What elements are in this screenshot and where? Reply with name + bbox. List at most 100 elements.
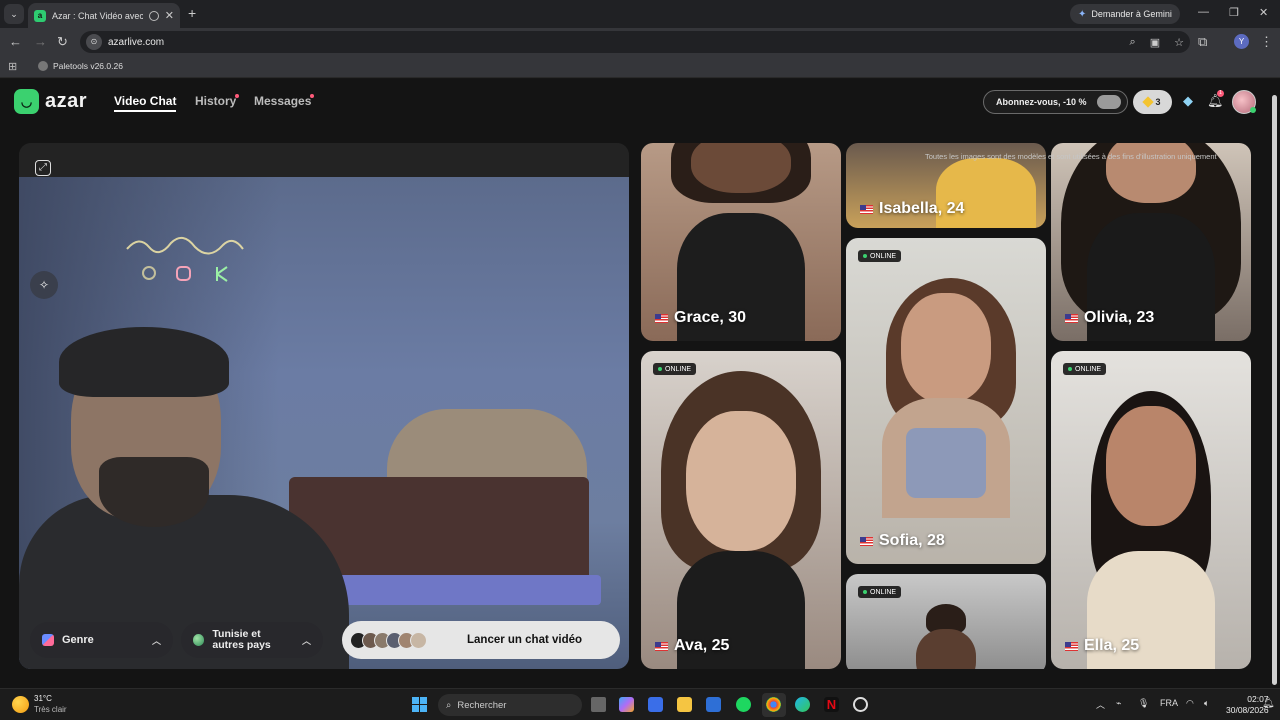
wifi-icon[interactable]: ◠ <box>1186 698 1194 709</box>
camera-panel: ⤢ <box>19 143 629 669</box>
azar-page: ◡ azar Video Chat History Messages Abonn… <box>0 79 1280 688</box>
search-icon: ⌕ <box>446 699 452 711</box>
bookmark-label: Paletools v26.0.26 <box>53 61 123 71</box>
copilot-icon[interactable] <box>619 697 634 712</box>
chrome-icon[interactable] <box>766 697 781 712</box>
mail-icon[interactable] <box>706 697 721 712</box>
profile-card-sofia[interactable]: ONLINE Sofia, 28 <box>846 238 1046 564</box>
gems-button[interactable]: 3 <box>1133 90 1172 114</box>
nav-history[interactable]: History <box>195 94 236 108</box>
microphone-icon[interactable]: 🎙︎ <box>1138 698 1149 709</box>
profile-card-ava[interactable]: ONLINE Ava, 25 <box>641 351 841 669</box>
online-dot <box>658 367 662 371</box>
tray-overflow-icon[interactable]: ︿ <box>1096 698 1105 711</box>
address-bar[interactable]: ⊙ azarlive.com ⌕ ▣ ☆ <box>80 31 1190 53</box>
browser-menu-icon[interactable]: ⋮ <box>1260 34 1273 50</box>
reload-icon[interactable]: ↻ <box>57 34 68 50</box>
new-tab-button[interactable]: + <box>188 5 196 21</box>
us-flag-icon <box>1065 313 1078 323</box>
history-notification-dot <box>235 94 239 98</box>
url-text[interactable]: azarlive.com <box>108 37 1116 48</box>
subscribe-button[interactable]: Abonnez-vous, -10 % <box>983 90 1128 114</box>
avatar-thumb <box>410 631 427 649</box>
chevron-up-icon: ︿ <box>301 635 311 646</box>
site-info-icon[interactable]: ⊙ <box>86 34 102 50</box>
edge-icon[interactable] <box>795 697 810 712</box>
globe-icon <box>38 61 48 71</box>
notification-center-icon[interactable]: 🔔︎ <box>1262 698 1275 709</box>
profile-card-olivia[interactable]: Olivia, 23 <box>1051 143 1251 341</box>
subscribe-label: Abonnez-vous, -10 % <box>996 97 1087 107</box>
profile-name: Olivia, 23 <box>1065 309 1154 327</box>
zoom-icon[interactable]: ⌕ <box>1130 36 1136 49</box>
bookmarks-bar: ⊞ Paletools v26.0.26 <box>0 56 1280 78</box>
neon-sign <box>126 236 244 282</box>
face <box>916 629 976 669</box>
forward-icon[interactable]: → <box>34 34 47 49</box>
restore-icon[interactable]: ❐ <box>1229 6 1239 19</box>
profile-card-next[interactable]: ONLINE <box>846 574 1046 669</box>
self-camera-preview <box>19 177 629 669</box>
language-indicator[interactable]: FRA <box>1160 698 1178 708</box>
bookmark-star-icon[interactable]: ☆ <box>1174 36 1184 49</box>
apps-grid-icon[interactable]: ⊞ <box>8 60 17 73</box>
person-hair <box>59 327 229 397</box>
us-flag-icon <box>655 313 668 323</box>
profile-name: Ella, 25 <box>1065 637 1139 655</box>
profile-card-ella[interactable]: ONLINE Ella, 25 <box>1051 351 1251 669</box>
windows-taskbar: 31°C Très clair ⌕ Rechercher N ︿ ⌁ 🎙︎ FR… <box>0 688 1280 720</box>
windows-start-icon[interactable] <box>412 697 427 712</box>
person-beard <box>99 457 209 527</box>
taskbar-search[interactable]: ⌕ Rechercher <box>438 694 582 716</box>
gemini-icon: ✦ <box>1078 8 1087 20</box>
network-icon[interactable]: ⌁ <box>1116 698 1121 709</box>
temperature: 31°C <box>34 694 52 703</box>
face <box>691 143 791 193</box>
gemini-button[interactable]: ✦ Demander à Gemini <box>1070 4 1180 24</box>
profile-name: Sofia, 28 <box>860 532 945 550</box>
bookmark-paletools[interactable]: Paletools v26.0.26 <box>38 61 123 71</box>
file-explorer-icon[interactable] <box>677 697 692 712</box>
shop-icon[interactable]: ◆ <box>1180 93 1196 109</box>
spotify-icon[interactable] <box>736 697 751 712</box>
weather-text: 31°C Très clair <box>34 693 67 715</box>
search-placeholder: Rechercher <box>457 699 507 711</box>
online-status-dot <box>1250 107 1256 113</box>
tab-search-icon[interactable]: ⌄ <box>4 4 24 24</box>
extensions-icon[interactable]: ⧉ <box>1198 34 1207 50</box>
weather-desc: Très clair <box>34 705 67 714</box>
messages-notification-dot <box>310 94 314 98</box>
profile-name: Ava, 25 <box>655 637 729 655</box>
netflix-icon[interactable]: N <box>824 697 839 712</box>
task-view-icon[interactable] <box>591 697 606 712</box>
browser-tab[interactable]: a Azar : Chat Vidéo avec de n ✕ <box>28 3 180 28</box>
back-icon[interactable]: ← <box>9 34 22 49</box>
scrollbar-thumb[interactable] <box>1272 95 1277 685</box>
genre-filter[interactable]: Genre ︿ <box>30 622 173 658</box>
volume-icon[interactable]: 🔈︎ <box>1204 698 1209 709</box>
effects-wand-icon[interactable]: ✧ <box>30 271 58 299</box>
github-icon[interactable] <box>853 697 868 712</box>
azar-logo[interactable]: ◡ azar <box>14 89 87 114</box>
weather-widget[interactable]: 31°C Très clair <box>12 693 67 715</box>
browser-toolbar: ← → ↻ ⊙ azarlive.com ⌕ ▣ ☆ ⧉ Y ⋮ <box>0 28 1280 56</box>
country-filter[interactable]: Tunisie et autres pays ︿ <box>181 622 323 658</box>
tab-close-icon[interactable]: ✕ <box>165 9 174 22</box>
profile-name-text: Isabella, 24 <box>879 200 965 217</box>
azar-favicon-icon: a <box>34 9 46 22</box>
window-close-icon[interactable]: ✕ <box>1259 6 1268 19</box>
nav-messages[interactable]: Messages <box>254 94 311 108</box>
online-badge: ONLINE <box>858 586 902 598</box>
face <box>1106 406 1196 526</box>
minimize-icon[interactable]: — <box>1198 6 1209 18</box>
us-flag-icon <box>655 641 668 651</box>
nav-video-chat[interactable]: Video Chat <box>114 94 177 112</box>
online-label: ONLINE <box>870 252 897 260</box>
globe-icon <box>193 634 205 646</box>
start-video-chat-button[interactable]: Lancer un chat vidéo <box>342 621 620 659</box>
expand-icon[interactable]: ⤢ <box>35 160 51 176</box>
profile-card-grace[interactable]: Grace, 30 <box>641 143 841 341</box>
profile-avatar[interactable]: Y <box>1234 34 1249 49</box>
cast-icon[interactable]: ▣ <box>1150 36 1160 49</box>
store-icon[interactable] <box>648 697 663 712</box>
